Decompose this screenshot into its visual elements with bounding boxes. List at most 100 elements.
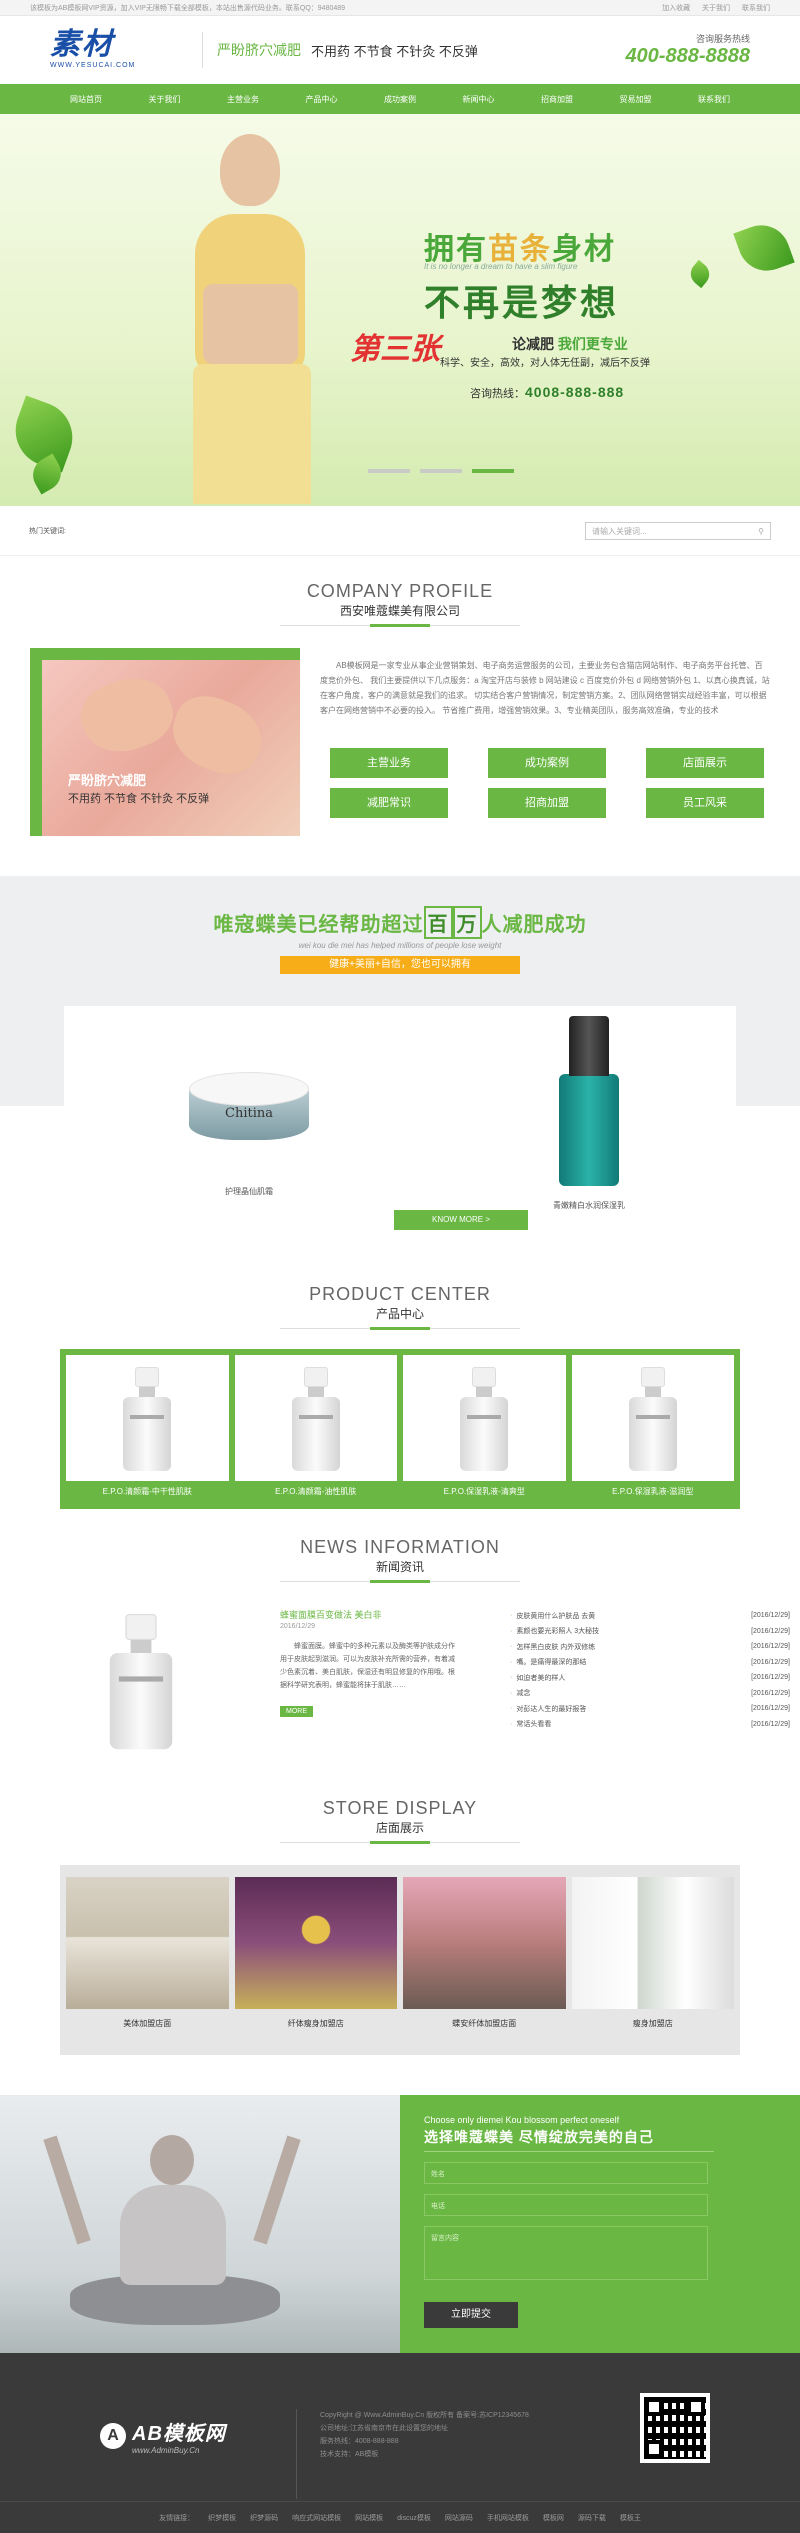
- join-button[interactable]: 招商加盟: [488, 788, 606, 818]
- search-bar: 热门关键词: 请输入关键词... ⚲: [0, 506, 800, 556]
- tips-button[interactable]: 减肥常识: [330, 788, 448, 818]
- product-card[interactable]: E.P.O.清颜霜-中干性肌肤: [66, 1355, 229, 1503]
- store-grid: 美体加盟店面 纤体瘦身加盟店 蝶安纤体加盟店面 瘦身加盟店: [60, 1865, 740, 2055]
- product-name: E.P.O.保湿乳液-滋润型: [571, 1481, 734, 1503]
- business-button[interactable]: 主营业务: [330, 748, 448, 778]
- news-more-button[interactable]: MORE: [280, 1706, 313, 1717]
- stats-badge: 健康+美丽+自信，您也可以拥有: [280, 956, 520, 974]
- product-name: 青嫩精白水润保湿乳: [553, 1201, 625, 1210]
- product-card[interactable]: E.P.O.保湿乳液-滋润型: [571, 1355, 734, 1503]
- nav-cases[interactable]: 成功案例: [384, 94, 416, 105]
- section-title-en: NEWS INFORMATION: [300, 1537, 500, 1557]
- add-favorite-link[interactable]: 加入收藏: [662, 5, 690, 12]
- nav-news[interactable]: 新闻中心: [463, 94, 495, 105]
- store-card[interactable]: 蝶安纤体加盟店面: [403, 1877, 566, 2047]
- contact-section: Choose only diemei Kou blossom perfect o…: [0, 2095, 800, 2353]
- nav-contact[interactable]: 联系我们: [698, 94, 730, 105]
- friend-link[interactable]: 织梦源码: [250, 2513, 278, 2523]
- news-item[interactable]: 如迫者美的样人[2016/12/29]: [510, 1670, 790, 1686]
- company-image-sub: 不用药 不节食 不针灸 不反弹: [68, 793, 210, 805]
- store-card[interactable]: 美体加盟店面: [66, 1877, 229, 2047]
- section-title-cn: 产品中心: [375, 1307, 424, 1321]
- slide-dot[interactable]: [420, 469, 462, 473]
- slide-dot-active[interactable]: [472, 469, 514, 473]
- friend-link[interactable]: 织梦模板: [208, 2513, 236, 2523]
- product-name: E.P.O.清颜霜-中干性肌肤: [66, 1481, 229, 1503]
- hotline-number: 400-888-8888: [625, 45, 750, 67]
- store-card[interactable]: 纤体瘦身加盟店: [234, 1877, 397, 2047]
- friend-link[interactable]: 响应式网站模板: [292, 2513, 341, 2523]
- nav-products[interactable]: 产品中心: [306, 94, 338, 105]
- product-card[interactable]: E.P.O.保湿乳液-清爽型: [403, 1355, 566, 1503]
- news-section: NEWS INFORMATION 新闻资讯 蜂蜜面膜百变做法 美白非 2016/…: [0, 1509, 800, 1764]
- slide-dot[interactable]: [368, 469, 410, 473]
- nav-home[interactable]: 网站首页: [70, 94, 102, 105]
- slogan-green: 严盼脐穴减肥: [217, 42, 301, 58]
- store-photo: [571, 1877, 734, 2009]
- news-item[interactable]: 嘴。是痛得最深的那结[2016/12/29]: [510, 1655, 790, 1671]
- friend-link[interactable]: 手机网站模板: [487, 2513, 529, 2523]
- nav-about[interactable]: 关于我们: [149, 94, 181, 105]
- title-divider: [280, 1580, 520, 1583]
- friend-link[interactable]: discuz模板: [397, 2513, 431, 2523]
- nav-trade[interactable]: 贸易加盟: [620, 94, 652, 105]
- footer-logo[interactable]: A AB模板网 www.AdminBuy.Cn: [100, 2417, 226, 2455]
- section-title-cn: 新闻资讯: [375, 1560, 424, 1574]
- news-item[interactable]: 怎样黑白皮肤 内外双修练[2016/12/29]: [510, 1639, 790, 1655]
- nav-join[interactable]: 招商加盟: [541, 94, 573, 105]
- header-hotline: 咨询服务热线 400-888-8888: [625, 32, 750, 68]
- friend-link[interactable]: 源码下载: [578, 2513, 606, 2523]
- featured-news-date: 2016/12/29: [280, 1623, 316, 1630]
- contact-link[interactable]: 联系我们: [742, 5, 770, 12]
- news-item[interactable]: 素颜也要光彩照人 3大秘技[2016/12/29]: [510, 1624, 790, 1640]
- main-nav: 网站首页 关于我们 主营业务 产品中心 成功案例 新闻中心 招商加盟 贸易加盟 …: [0, 84, 800, 114]
- stores-button[interactable]: 店面展示: [646, 748, 764, 778]
- message-field[interactable]: 留言内容: [424, 2226, 708, 2280]
- phone-field[interactable]: 电话: [424, 2194, 708, 2216]
- footer-logo-name: AB模板网: [132, 2423, 226, 2445]
- title-divider: [280, 1327, 520, 1330]
- nav-business[interactable]: 主营业务: [227, 94, 259, 105]
- friend-link[interactable]: 网站源码: [445, 2513, 473, 2523]
- featured-product[interactable]: 青嫩精白水润保湿乳: [504, 1016, 674, 1211]
- featured-news-text: 蜂蜜面膜。蜂蜜中的多种元素以及酶类等护肤成分作用于皮肤起到滋润。可以为皮肤补充所…: [280, 1643, 455, 1689]
- cases-button[interactable]: 成功案例: [488, 748, 606, 778]
- footer-divider: [296, 2409, 297, 2499]
- site-logo[interactable]: 素材 WWW.YESUCAI.COM: [50, 28, 160, 72]
- about-link[interactable]: 关于我们: [702, 5, 730, 12]
- news-item[interactable]: 减念[2016/12/29]: [510, 1686, 790, 1702]
- store-display-section: STORE DISPLAY 店面展示 美体加盟店面 纤体瘦身加盟店 蝶安纤体加盟…: [0, 1764, 800, 2055]
- news-image[interactable]: [96, 1608, 186, 1750]
- contact-english: Choose only diemei Kou blossom perfect o…: [424, 2115, 620, 2125]
- hotline-label: 咨询服务热线: [695, 34, 750, 44]
- section-title-en: COMPANY PROFILE: [306, 581, 494, 601]
- product-card[interactable]: E.P.O.清颜霜-油性肌肤: [234, 1355, 397, 1503]
- top-notice: 该模板为AB模板网VIP资源，加入VIP无限畅下载全部模板，本站出售源代码业务。…: [30, 5, 346, 12]
- product-bottle-image: [123, 1367, 172, 1471]
- store-photo: [403, 1877, 566, 2009]
- friend-link[interactable]: 网站模板: [355, 2513, 383, 2523]
- search-icon[interactable]: ⚲: [758, 527, 764, 536]
- news-item[interactable]: 对彭达人生的最好报答[2016/12/29]: [510, 1701, 790, 1717]
- friend-link[interactable]: 模板网: [543, 2513, 564, 2523]
- staff-button[interactable]: 员工风采: [646, 788, 764, 818]
- hero-banner[interactable]: 拥有苗条身材 It is no longer a dream to have a…: [0, 114, 800, 506]
- product-bottle-image: [291, 1367, 340, 1471]
- company-image-title: 严盼脐穴减肥: [68, 773, 147, 788]
- featured-product[interactable]: Chitina 护理晶仙肌霜: [164, 1072, 334, 1197]
- store-name: 瘦身加盟店: [632, 2019, 673, 2028]
- featured-news-title[interactable]: 蜂蜜面膜百变做法 美白非: [280, 1608, 460, 1621]
- friend-links-label: 友情链接：: [159, 2514, 195, 2522]
- banner-model-image: [175, 126, 345, 504]
- submit-button[interactable]: 立即提交: [424, 2302, 518, 2328]
- friend-link[interactable]: 模板王: [620, 2513, 641, 2523]
- footer-info: CopyRight @ Www.AdminBuy.Cn 版权所有 备案号:苏IC…: [320, 2409, 529, 2461]
- name-field[interactable]: 姓名: [424, 2162, 708, 2184]
- footer-logo-icon: A: [100, 2423, 126, 2449]
- news-item[interactable]: 皮肤黄用什么护肤品 去黄[2016/12/29]: [510, 1608, 790, 1624]
- search-input[interactable]: 请输入关键词... ⚲: [585, 522, 771, 540]
- know-more-button[interactable]: KNOW MORE >: [394, 1210, 528, 1230]
- news-item[interactable]: 常话头看看[2016/12/29]: [510, 1717, 790, 1733]
- stats-english: wei kou die mei has helped millions of p…: [298, 941, 502, 950]
- store-card[interactable]: 瘦身加盟店: [571, 1877, 734, 2047]
